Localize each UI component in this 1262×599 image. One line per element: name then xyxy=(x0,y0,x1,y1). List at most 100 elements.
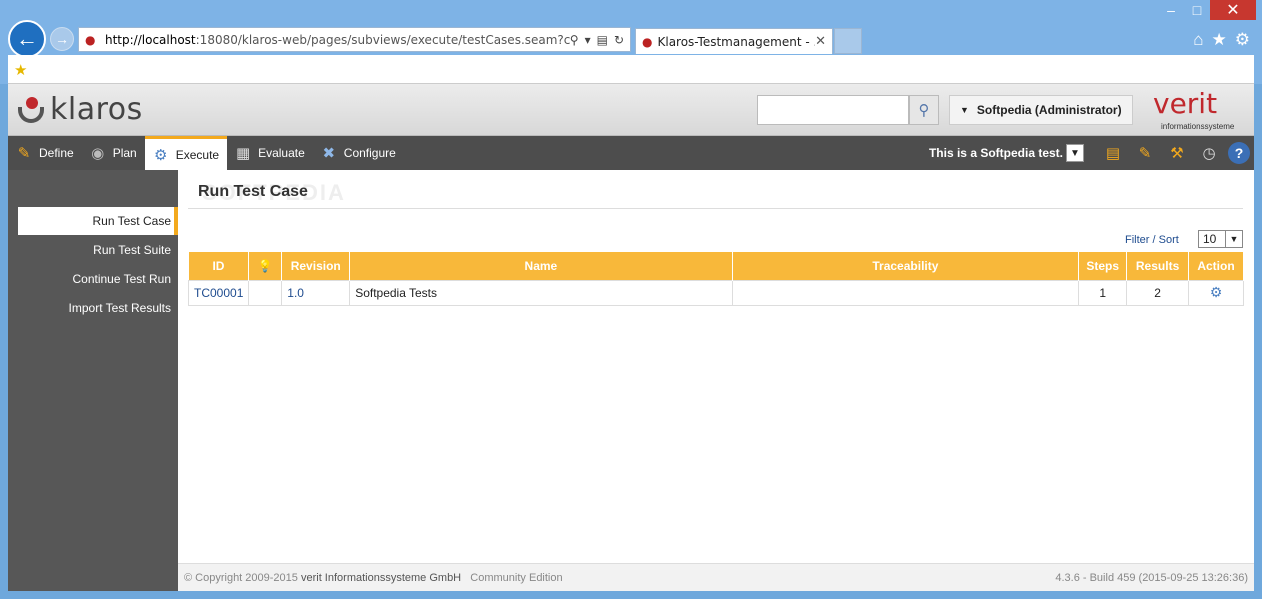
nav-execute-label: Execute xyxy=(175,147,220,162)
sidebar-item-label: Continue Test Run xyxy=(72,272,171,286)
table-header-row: ID 💡 Revision Name Traceability Steps Re… xyxy=(188,252,1244,280)
search-input[interactable] xyxy=(757,95,909,125)
nav-evaluate-label: Evaluate xyxy=(258,146,305,160)
cell-results: 2 xyxy=(1126,279,1190,306)
caret-down-icon: ▼ xyxy=(960,105,969,115)
column-header-action: Action xyxy=(1188,252,1244,280)
tab-title: Klaros-Testmanagement - ... xyxy=(657,34,816,49)
sidebar-item-import-test-results[interactable]: Import Test Results xyxy=(18,294,178,322)
main-navbar: ✎ Define ◉ Plan ⚙ Execute ▦ Evaluate ✖ C… xyxy=(8,136,1254,170)
nav-plan[interactable]: ◉ Plan xyxy=(82,136,145,170)
cell-steps: 1 xyxy=(1078,279,1128,306)
execute-icon: ⚙ xyxy=(153,146,168,164)
copyright-text: © Copyright 2009-2015 xyxy=(184,571,298,584)
nav-configure-label: Configure xyxy=(343,146,396,160)
app-header: klaros ⚲ ▼ Softpedia (Administrator) ver… xyxy=(8,84,1254,136)
address-bar[interactable]: ● http://localhost:18080/klaros-web/page… xyxy=(78,27,631,52)
sidebar-item-label: Run Test Suite xyxy=(93,243,171,257)
logo-text: klaros xyxy=(50,92,143,127)
forward-button[interactable]: → xyxy=(50,27,74,51)
klaros-logo[interactable]: klaros xyxy=(16,92,143,127)
verit-logo-subtitle: informationssysteme xyxy=(1161,122,1235,131)
nav-plan-label: Plan xyxy=(112,146,137,160)
browser-tab[interactable]: ● Klaros-Testmanagement - ... ✕ xyxy=(635,28,833,54)
nav-execute[interactable]: ⚙ Execute xyxy=(144,136,228,170)
nav-evaluate[interactable]: ▦ Evaluate xyxy=(227,136,313,170)
back-button[interactable]: ← xyxy=(8,20,46,58)
archive-icon[interactable]: ▤ xyxy=(1100,140,1126,166)
magnifier-icon: ⚲ xyxy=(918,102,930,119)
filter-sort-link[interactable]: Filter / Sort xyxy=(1125,234,1179,246)
footer: © Copyright 2009-2015 verit Informations… xyxy=(178,563,1254,591)
cell-action: ⚙ xyxy=(1188,279,1244,306)
forward-arrow-icon: → xyxy=(55,31,69,47)
column-header-steps[interactable]: Steps xyxy=(1078,252,1128,280)
search-icon[interactable]: ⚲ xyxy=(570,33,579,47)
window-controls: – □ ✕ xyxy=(1158,0,1256,20)
plan-icon: ◉ xyxy=(91,145,105,162)
edition-text: Community Edition xyxy=(470,571,563,584)
user-name: Softpedia (Administrator) xyxy=(976,103,1122,117)
search-button[interactable]: ⚲ xyxy=(909,95,939,125)
nav-configure[interactable]: ✖ Configure xyxy=(313,136,404,170)
maximize-button[interactable]: □ xyxy=(1184,0,1210,20)
quick-select-icon[interactable]: ⚒ xyxy=(1164,140,1190,166)
column-header-traceability[interactable]: Traceability xyxy=(732,252,1080,280)
compat-view-icon[interactable]: ▤ xyxy=(597,33,608,47)
test-case-id-link[interactable]: TC00001 xyxy=(194,286,243,300)
url-path: :18080/klaros-web/pages/subviews/execute… xyxy=(195,32,570,47)
project-name: This is a Softpedia test. xyxy=(928,146,1063,160)
sidebar-item-run-test-case[interactable]: Run Test Case xyxy=(18,207,178,235)
project-dropdown-icon[interactable]: ▼ xyxy=(1066,144,1084,162)
sidebar-item-label: Import Test Results xyxy=(68,301,171,315)
home-icon[interactable]: ⌂ xyxy=(1193,30,1203,50)
sidebar-item-continue-test-run[interactable]: Continue Test Run xyxy=(18,265,178,293)
minimize-button[interactable]: – xyxy=(1158,0,1184,20)
settings-gear-icon[interactable]: ⚙ xyxy=(1235,30,1250,50)
verit-logo-text: verit xyxy=(1153,87,1218,120)
sidebar-item-run-test-suite[interactable]: Run Test Suite xyxy=(18,236,178,264)
column-header-lightbulb[interactable]: 💡 xyxy=(248,252,283,280)
add-favorite-icon[interactable]: ★ xyxy=(14,61,27,79)
column-header-id[interactable]: ID xyxy=(188,252,250,280)
nav-define-label: Define xyxy=(39,146,74,160)
cell-traceability xyxy=(731,279,1080,306)
table-row: TC00001 1.0 Softpedia Tests 1 2 ⚙ xyxy=(187,279,1244,306)
edit-icon[interactable]: ✎ xyxy=(1132,140,1158,166)
configure-icon: ✖ xyxy=(322,145,336,162)
cell-id: TC00001 xyxy=(187,279,250,306)
help-icon[interactable]: ? xyxy=(1228,142,1250,164)
revision-link[interactable]: 1.0 xyxy=(287,286,304,300)
address-url[interactable]: http://localhost:18080/klaros-web/pages/… xyxy=(105,33,570,47)
page-size-select[interactable]: 10 ▼ xyxy=(1198,230,1243,248)
tab-close-icon[interactable]: ✕ xyxy=(815,34,826,49)
nav-define[interactable]: ✎ Define xyxy=(8,136,82,170)
company-name: verit Informationssysteme GmbH xyxy=(300,571,462,584)
sidebar-item-label: Run Test Case xyxy=(92,214,172,228)
user-menu-button[interactable]: ▼ Softpedia (Administrator) xyxy=(949,95,1133,125)
define-icon: ✎ xyxy=(17,145,31,162)
url-host: http://localhost xyxy=(105,32,196,47)
verit-logo[interactable]: verit informationssysteme xyxy=(1153,87,1249,132)
column-header-revision[interactable]: Revision xyxy=(281,252,351,280)
title-divider xyxy=(188,208,1243,209)
favorites-star-icon[interactable]: ★ xyxy=(1212,30,1227,50)
site-favicon-icon: ● xyxy=(85,32,96,47)
back-arrow-icon: ← xyxy=(16,26,38,51)
execute-gear-icon[interactable]: ⚙ xyxy=(1210,284,1223,300)
main-content: SOFTPEDIA Run Test Case Filter / Sort 10… xyxy=(178,170,1254,591)
column-header-results[interactable]: Results xyxy=(1126,252,1190,280)
cell-bulb xyxy=(248,279,283,306)
close-window-button[interactable]: ✕ xyxy=(1210,0,1256,20)
cell-revision: 1.0 xyxy=(281,279,351,306)
column-header-name[interactable]: Name xyxy=(349,252,733,280)
project-select[interactable]: This is a Softpedia test. ▼ xyxy=(929,144,1084,162)
history-icon[interactable]: ◷ xyxy=(1196,140,1222,166)
new-tab-button[interactable] xyxy=(834,28,862,54)
dropdown-icon[interactable]: ▾ xyxy=(585,33,591,47)
lightbulb-icon: 💡 xyxy=(257,258,273,273)
klaros-logo-icon xyxy=(16,95,46,125)
refresh-icon[interactable]: ↻ xyxy=(614,33,624,47)
page-size-value: 10 xyxy=(1203,232,1217,246)
footer-left: © Copyright 2009-2015 verit Informations… xyxy=(184,572,563,584)
